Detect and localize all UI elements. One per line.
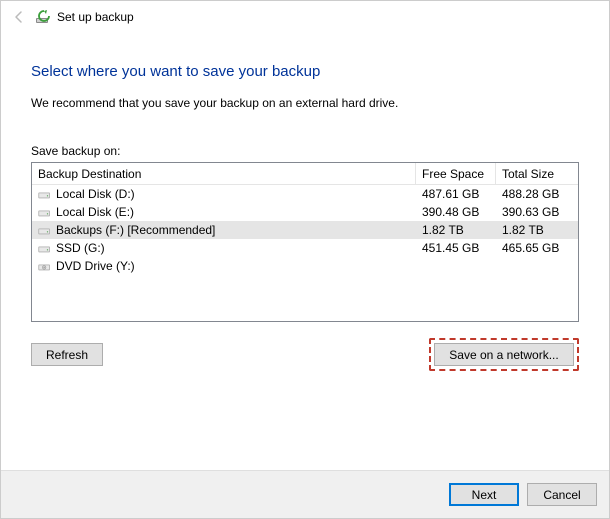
content-area: Select where you want to save your backu… <box>1 33 609 470</box>
hdd-icon <box>38 243 52 253</box>
footer: Next Cancel <box>1 470 609 518</box>
hdd-icon <box>38 189 52 199</box>
drive-name: Local Disk (D:) <box>56 187 135 201</box>
free-space: 451.45 GB <box>416 241 496 255</box>
table-row[interactable]: DVD Drive (Y:) <box>32 257 578 275</box>
drive-name: Backups (F:) [Recommended] <box>56 223 215 237</box>
list-header: Backup Destination Free Space Total Size <box>32 163 578 185</box>
free-space: 487.61 GB <box>416 187 496 201</box>
save-on-label: Save backup on: <box>31 144 579 158</box>
table-row[interactable]: Backups (F:) [Recommended] 1.82 TB1.82 TB <box>32 221 578 239</box>
destination-list: Backup Destination Free Space Total Size… <box>31 162 579 322</box>
table-row[interactable]: SSD (G:) 451.45 GB465.65 GB <box>32 239 578 257</box>
hdd-icon <box>38 207 52 217</box>
backup-wizard-window: Set up backup Select where you want to s… <box>0 0 610 519</box>
total-size: 390.63 GB <box>496 205 578 219</box>
backup-icon <box>35 9 51 25</box>
page-heading: Select where you want to save your backu… <box>31 63 579 80</box>
drive-name: DVD Drive (Y:) <box>56 259 135 273</box>
col-header-destination[interactable]: Backup Destination <box>32 163 416 184</box>
total-size: 465.65 GB <box>496 241 578 255</box>
hdd-icon <box>38 225 52 235</box>
window-title: Set up backup <box>57 10 134 24</box>
table-row[interactable]: Local Disk (E:) 390.48 GB390.63 GB <box>32 203 578 221</box>
drive-name: SSD (G:) <box>56 241 105 255</box>
next-button[interactable]: Next <box>449 483 519 506</box>
refresh-button[interactable]: Refresh <box>31 343 103 366</box>
highlight-annotation: Save on a network... <box>429 338 579 371</box>
save-on-network-button[interactable]: Save on a network... <box>434 343 574 366</box>
back-button[interactable] <box>9 7 29 27</box>
total-size: 1.82 TB <box>496 223 578 237</box>
col-header-total[interactable]: Total Size <box>496 163 578 184</box>
recommend-text: We recommend that you save your backup o… <box>31 96 579 110</box>
drive-name: Local Disk (E:) <box>56 205 134 219</box>
titlebar: Set up backup <box>1 1 609 33</box>
table-row[interactable]: Local Disk (D:) 487.61 GB488.28 GB <box>32 185 578 203</box>
dvd-drive-icon <box>38 261 52 271</box>
total-size: 488.28 GB <box>496 187 578 201</box>
button-row: Refresh Save on a network... <box>31 338 579 371</box>
free-space: 390.48 GB <box>416 205 496 219</box>
cancel-button[interactable]: Cancel <box>527 483 597 506</box>
free-space: 1.82 TB <box>416 223 496 237</box>
col-header-free[interactable]: Free Space <box>416 163 496 184</box>
